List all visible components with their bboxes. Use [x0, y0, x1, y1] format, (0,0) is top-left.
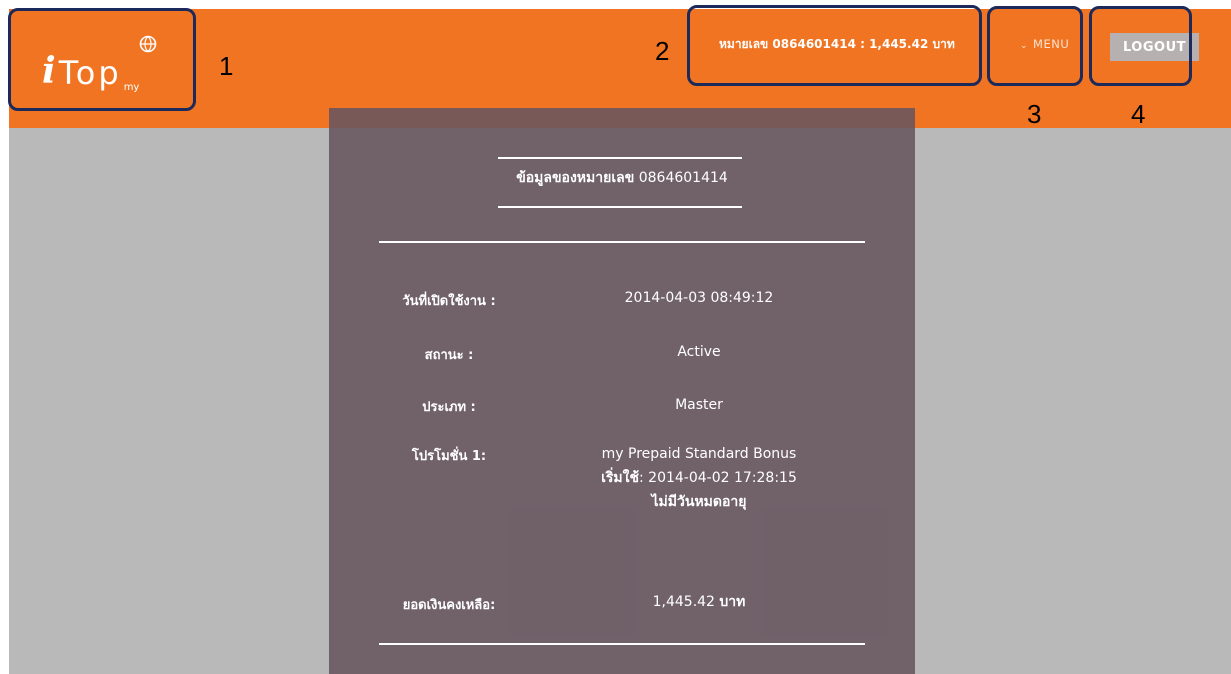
panel-title-label: ข้อมูลของหมายเลข	[516, 170, 635, 186]
title-bottom-line	[498, 206, 742, 208]
promotion-start: เริ่มใช้: 2014-04-02 17:28:15	[529, 466, 869, 490]
promotion-value: my Prepaid Standard Bonus เริ่มใช้: 2014…	[529, 442, 869, 514]
balance-unit: บาท	[719, 594, 746, 610]
promotion-expiry: ไม่มีวันหมดอายุ	[651, 494, 747, 510]
activation-date-label: วันที่เปิดใช้งาน :	[402, 294, 496, 309]
panel-title-number: 0864601414	[638, 170, 728, 186]
annotation-number-3: 3	[1027, 99, 1042, 129]
promotion-start-value: : 2014-04-02 17:28:15	[639, 470, 797, 486]
promotion-label: โปรโมชั่น 1:	[411, 449, 487, 464]
promotion-start-label: เริ่มใช้	[601, 470, 639, 486]
annotation-box-2	[687, 5, 982, 86]
section-divider-bottom	[379, 643, 865, 645]
panel-title: ข้อมูลของหมายเลข 0864601414	[329, 167, 915, 189]
annotation-box-3	[987, 6, 1083, 86]
annotation-box-4	[1089, 6, 1192, 86]
title-top-line	[498, 157, 742, 159]
status-label: สถานะ :	[424, 348, 474, 363]
annotation-box-1	[8, 8, 196, 111]
number-info-panel: ข้อมูลของหมายเลข 0864601414 วันที่เปิดใช…	[329, 108, 915, 674]
balance-amount: 1,445.42	[652, 594, 715, 610]
status-value: Active	[677, 344, 721, 360]
type-value: Master	[675, 397, 723, 413]
promotion-name: my Prepaid Standard Bonus	[601, 446, 797, 462]
balance-label: ยอดเงินคงเหลือ:	[402, 598, 496, 613]
annotation-number-2: 2	[655, 36, 670, 66]
annotation-number-1: 1	[219, 51, 234, 81]
activation-date-value: 2014-04-03 08:49:12	[624, 290, 774, 306]
balance-value: 1,445.42 บาท	[529, 590, 869, 614]
section-divider-top	[379, 241, 865, 243]
annotation-number-4: 4	[1131, 99, 1146, 129]
type-label: ประเภท :	[422, 400, 476, 415]
